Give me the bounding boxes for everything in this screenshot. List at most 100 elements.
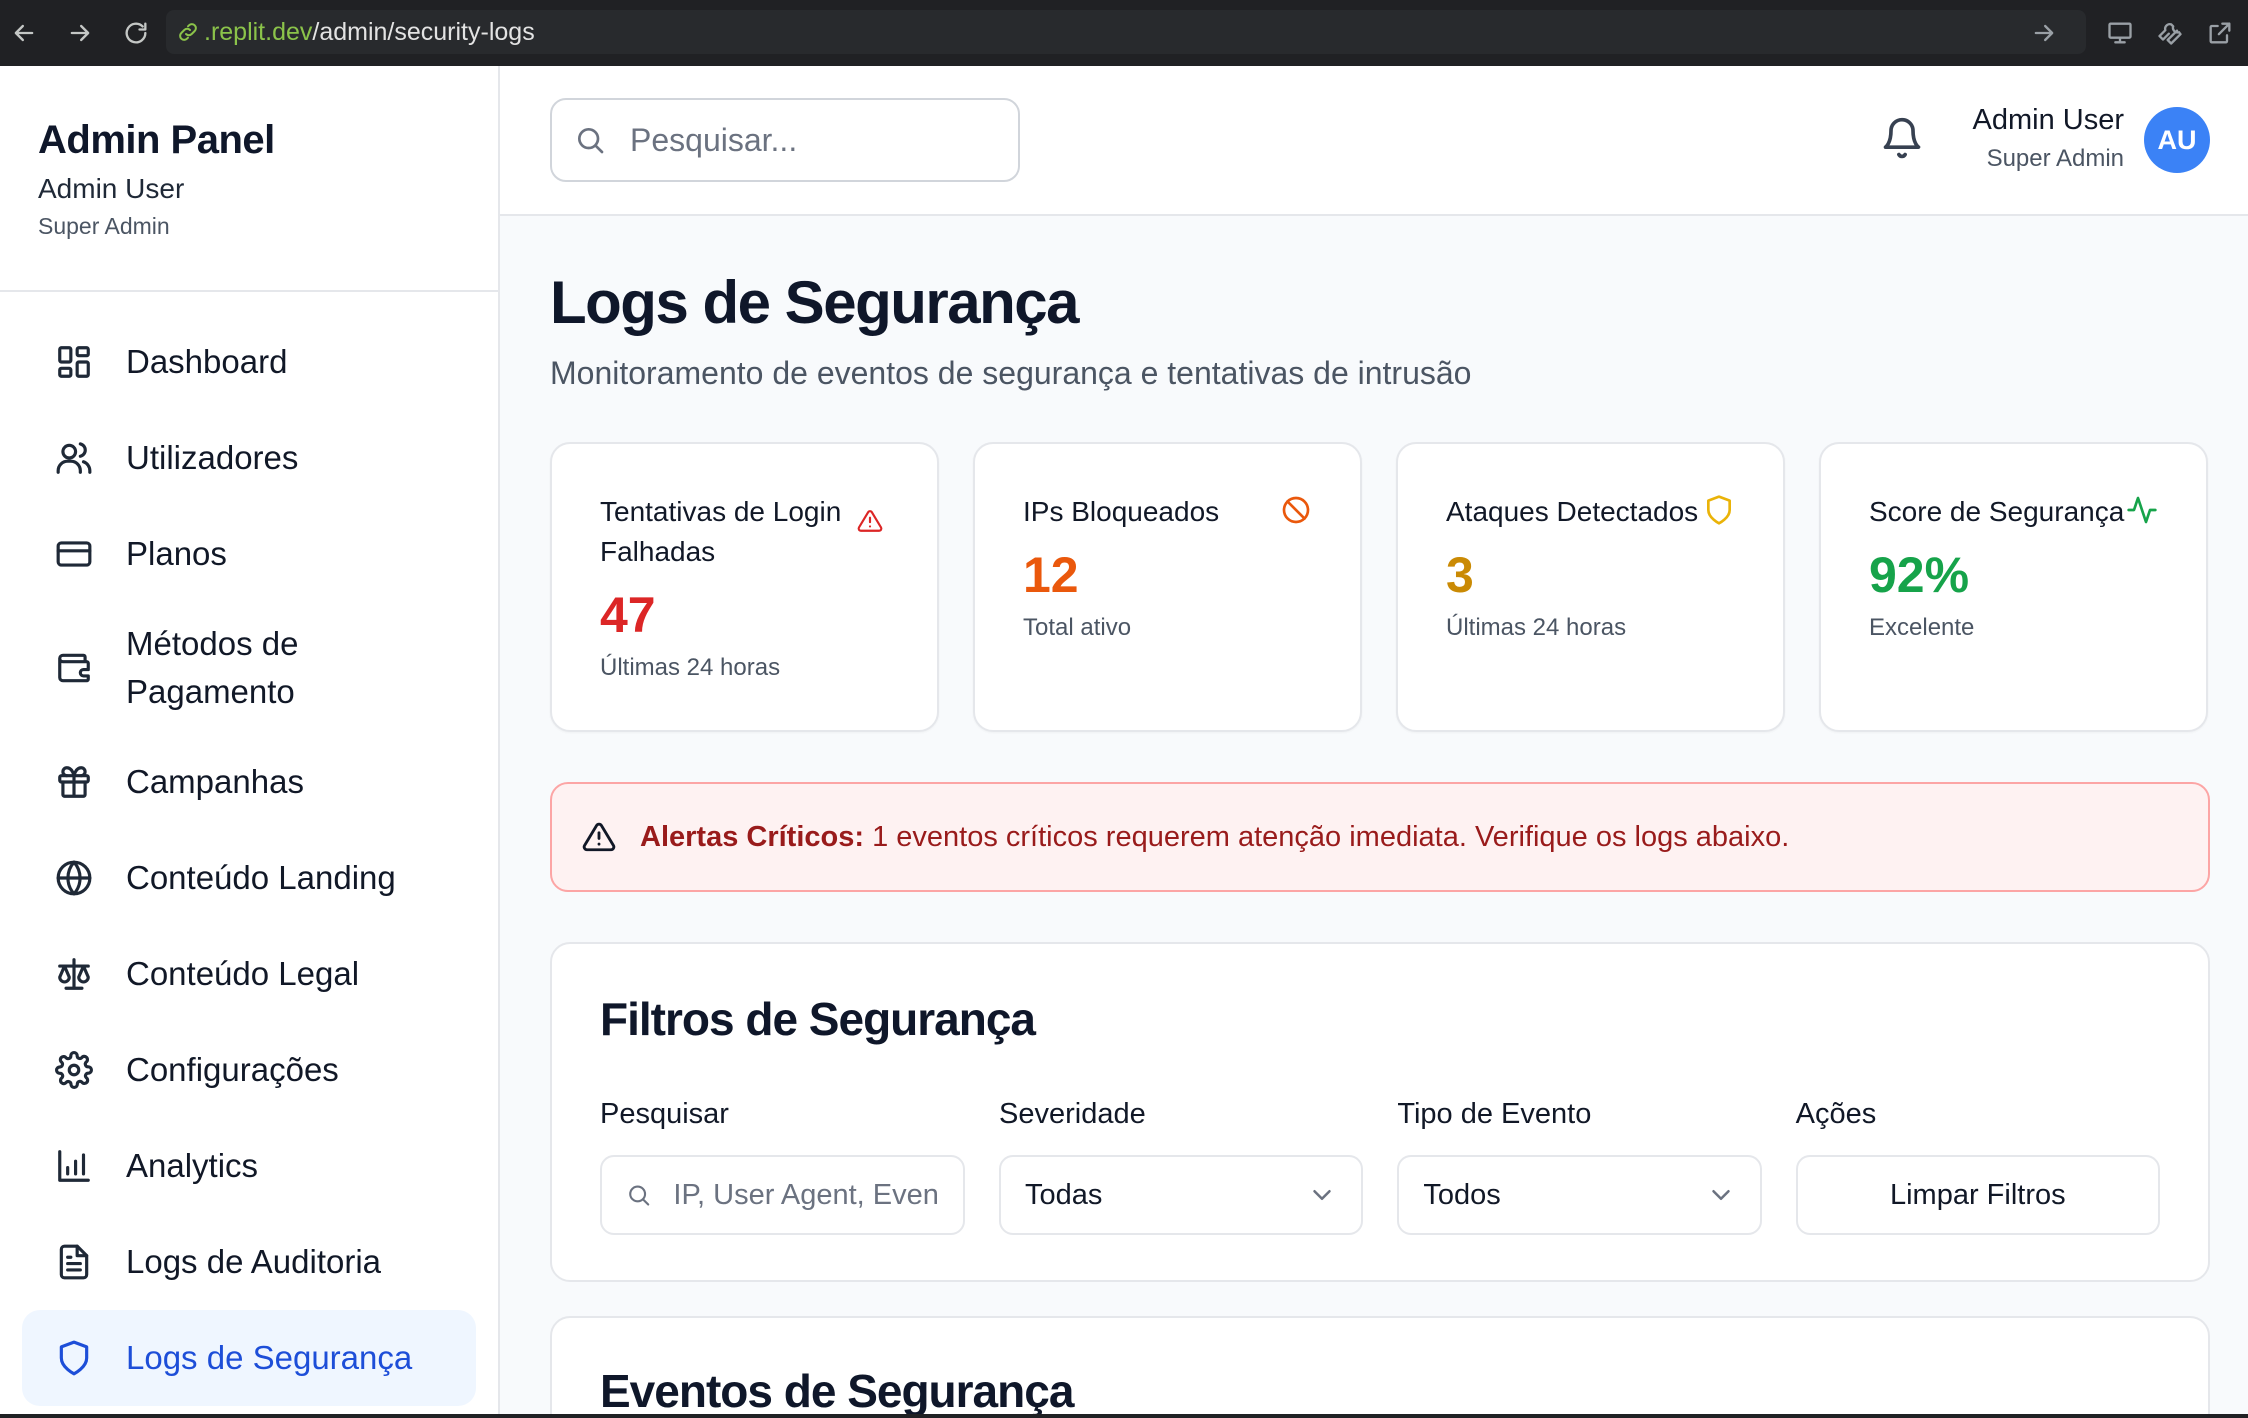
header-user-role: Super Admin [1986, 145, 2124, 172]
severity-value: Todas [1025, 1178, 1103, 1211]
sidebar-item-settings[interactable]: Configurações [22, 1022, 476, 1118]
sidebar-item-audit-logs[interactable]: Logs de Auditoria [22, 1214, 476, 1310]
scale-icon [54, 954, 94, 994]
sidebar-item-plans[interactable]: Planos [22, 506, 476, 602]
chevron-down-icon [1313, 1190, 1332, 1200]
alert-message: 1 eventos críticos requerem atenção imed… [864, 820, 1790, 853]
alert-triangle-icon [582, 822, 616, 852]
stat-note: Últimas 24 horas [1446, 614, 1627, 641]
file-text-icon [54, 1242, 94, 1282]
stat-value: 92% [1869, 547, 1970, 603]
address-bar[interactable]: .replit.dev/admin/security-logs [166, 10, 2086, 54]
bar-chart-icon [54, 1146, 94, 1186]
reload-icon[interactable] [116, 13, 156, 53]
header-user-info[interactable]: Admin User Super Admin [1973, 104, 2125, 173]
activity-icon [2126, 494, 2158, 526]
sidebar-item-label: Dashboard [126, 343, 288, 380]
monitor-icon[interactable] [2106, 19, 2134, 47]
sidebar-item-security-logs[interactable]: Logs de Segurança [22, 1310, 476, 1406]
filter-search: Pesquisar IP, User Agent, Evento... [600, 1098, 965, 1235]
stat-note: Total ativo [1023, 614, 1132, 641]
filter-severity: Severidade Todas [999, 1098, 1364, 1235]
filter-search-input[interactable]: IP, User Agent, Evento... [600, 1155, 965, 1235]
wallet-icon [54, 648, 94, 688]
forward-icon[interactable] [60, 13, 100, 53]
filter-label: Pesquisar [600, 1098, 729, 1130]
sidebar-item-label: Logs de Segurança [126, 1339, 413, 1376]
stat-note: Excelente [1869, 614, 1975, 641]
external-link-icon[interactable] [2206, 19, 2234, 47]
stat-title: IPs Bloqueados [1023, 496, 1220, 527]
window-bottom-edge [0, 1414, 2248, 1418]
event-type-select[interactable]: Todos [1397, 1155, 1762, 1235]
browser-toolbar: .replit.dev/admin/security-logs [0, 0, 2248, 66]
users-icon [54, 438, 94, 478]
link-icon [179, 23, 197, 41]
clear-filters-button[interactable]: Limpar Filtros [1795, 1155, 2160, 1235]
brand-user-role: Super Admin [38, 213, 170, 239]
filters-row: Pesquisar IP, User Agent, Evento... Seve… [600, 1098, 2160, 1235]
sidebar-item-label: Logs de Auditoria [126, 1243, 382, 1280]
severity-select[interactable]: Todas [999, 1155, 1364, 1235]
sidebar-item-legal-content[interactable]: Conteúdo Legal [22, 926, 476, 1022]
filters-title: Filtros de Segurança [600, 993, 1036, 1045]
sidebar-item-campaigns[interactable]: Campanhas [22, 734, 476, 830]
security-events-panel: Eventos de Segurança [550, 1316, 2210, 1418]
sidebar-item-label: Campanhas [126, 763, 304, 800]
search-icon [578, 127, 604, 154]
dashboard-icon [54, 342, 94, 382]
filter-search-placeholder: IP, User Agent, Evento... [673, 1178, 939, 1211]
search-icon [629, 1185, 650, 1206]
security-filters-panel: Filtros de Segurança Pesquisar IP, User … [550, 942, 2210, 1282]
search-placeholder: Pesquisar... [630, 121, 798, 158]
arrow-right-icon[interactable] [2030, 19, 2058, 47]
alert-label: Alertas Críticos: [640, 820, 865, 853]
stats-row: Tentativas de Login Falhadas 47 Últimas … [550, 442, 2210, 732]
wrench-icon[interactable] [2156, 19, 2184, 47]
shield-icon [54, 1338, 94, 1378]
filter-event-type: Tipo de Evento Todos [1397, 1098, 1762, 1235]
filter-actions: Ações Limpar Filtros [1795, 1098, 2160, 1235]
url-text: .replit.dev/admin/security-logs [204, 17, 535, 46]
browser-actions [2030, 0, 2248, 66]
alert-text: Alertas Críticos: 1 eventos críticos req… [640, 821, 1789, 854]
sidebar-item-label: Analytics [126, 1147, 259, 1184]
sidebar-item-label: Utilizadores [126, 439, 299, 476]
brand-user-name: Admin User [38, 173, 185, 204]
sidebar-item-label: Configurações [126, 1051, 339, 1088]
sidebar: Admin Panel Admin User Super Admin Dashb… [0, 66, 500, 1418]
sidebar-nav: Dashboard Utilizadores Planos Métodos de… [0, 292, 498, 1406]
sidebar-brand: Admin Panel Admin User Super Admin [0, 66, 498, 292]
filter-label: Severidade [999, 1098, 1146, 1130]
stat-card-failed-logins: Tentativas de Login Falhadas 47 Últimas … [550, 442, 939, 732]
sidebar-item-label: Métodos de Pagamento [126, 625, 299, 710]
event-type-value: Todos [1423, 1178, 1501, 1211]
notifications-bell-icon[interactable] [1880, 116, 1924, 164]
stat-title: Tentativas de Login Falhadas [600, 496, 842, 567]
stat-value: 3 [1446, 547, 1474, 603]
credit-card-icon [54, 534, 94, 574]
sidebar-item-label: Conteúdo Landing [126, 859, 396, 896]
header-user-name: Admin User [1972, 104, 2125, 136]
sidebar-item-analytics[interactable]: Analytics [22, 1118, 476, 1214]
chevron-down-icon [1711, 1190, 1730, 1200]
brand-title: Admin Panel [38, 118, 275, 162]
global-search-input[interactable]: Pesquisar... [550, 98, 1020, 182]
stat-value: 47 [600, 587, 656, 643]
stat-card-security-score: Score de Segurança 92% Excelente [1819, 442, 2208, 732]
stat-card-attacks-detected: Ataques Detectados 3 Últimas 24 horas [1396, 442, 1785, 732]
sidebar-item-dashboard[interactable]: Dashboard [22, 314, 476, 410]
stat-title: Ataques Detectados [1446, 496, 1699, 527]
stat-card-blocked-ips: IPs Bloqueados 12 Total ativo [973, 442, 1362, 732]
critical-alert-banner: Alertas Críticos: 1 eventos críticos req… [550, 782, 2210, 892]
sidebar-item-landing-content[interactable]: Conteúdo Landing [22, 830, 476, 926]
sidebar-item-users[interactable]: Utilizadores [22, 410, 476, 506]
stat-note: Últimas 24 horas [600, 654, 781, 681]
sidebar-item-label: Planos [126, 535, 227, 572]
shield-icon [1703, 494, 1735, 526]
ban-icon [1280, 494, 1312, 526]
sidebar-item-label: Conteúdo Legal [126, 955, 360, 992]
avatar[interactable]: AU [2144, 107, 2210, 173]
sidebar-item-payment-methods[interactable]: Métodos de Pagamento [22, 602, 476, 734]
back-icon[interactable] [4, 13, 44, 53]
